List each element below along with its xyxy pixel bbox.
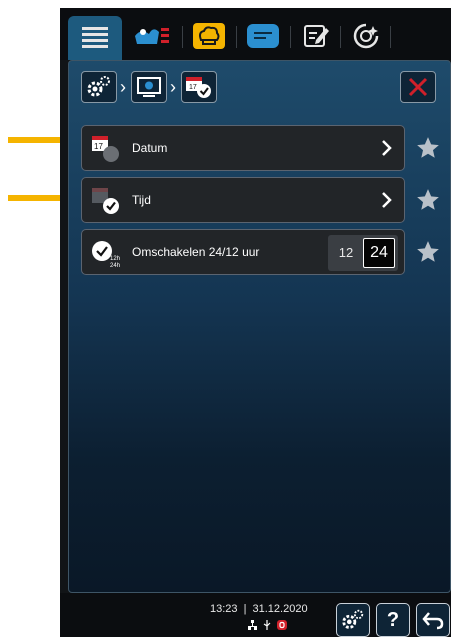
settings-button[interactable] <box>336 603 370 637</box>
tab-cooking[interactable] <box>186 16 232 56</box>
help-label: ? <box>386 608 400 631</box>
tab-edit[interactable] <box>296 16 336 56</box>
tab-separator <box>290 26 291 48</box>
help-button[interactable]: ? <box>376 603 410 637</box>
favorite-star-icon[interactable] <box>415 135 441 161</box>
edit-icon <box>304 25 329 47</box>
demo-mode-icon <box>277 620 287 630</box>
toggle-option-12[interactable]: 12 <box>328 235 364 271</box>
chef-hat-icon <box>193 23 225 49</box>
close-icon <box>408 77 428 97</box>
extras-icon <box>353 23 379 49</box>
tab-separator <box>390 26 391 48</box>
back-button[interactable] <box>416 603 450 637</box>
back-arrow-icon <box>422 612 444 630</box>
time-row[interactable]: Tijd <box>81 177 405 223</box>
breadcrumb-separator-icon: › <box>120 77 126 97</box>
date-row[interactable]: 17 Datum <box>81 125 405 171</box>
close-button[interactable] <box>400 71 436 103</box>
status-icons <box>248 620 287 630</box>
calendar-icon: 17 <box>92 136 119 162</box>
menu-icon <box>82 27 108 48</box>
tab-cleaning[interactable] <box>126 16 178 56</box>
chevron-right-icon <box>382 192 392 208</box>
device-screen: › › 17 17 Datum Tijd 12h 24h Omschakelen… <box>60 8 451 637</box>
breadcrumb-separator-icon: › <box>170 77 176 97</box>
toggle-option-24-selected[interactable]: 24 <box>363 238 395 268</box>
favorite-star-icon[interactable] <box>415 187 441 213</box>
svg-text:17: 17 <box>94 142 103 151</box>
time-format-icon: 12h 24h <box>92 241 120 268</box>
tab-extras[interactable] <box>346 16 386 56</box>
time-format-label: Omschakelen 24/12 uur <box>132 245 260 259</box>
bottom-status-bar: 13:23 | 31.12.2020 ? <box>60 593 451 637</box>
usb-icon <box>263 620 271 630</box>
breadcrumb-date-time[interactable]: 17 <box>181 71 217 103</box>
display-icon <box>137 77 161 97</box>
format-12h-text: 12h <box>110 256 120 262</box>
calendar-clock-icon: 17 <box>186 77 211 98</box>
programs-icon <box>247 24 279 48</box>
chevron-right-icon <box>382 140 392 156</box>
tab-separator <box>340 26 341 48</box>
status-separator: | <box>243 603 247 615</box>
status-clock: 13:23 | 31.12.2020 <box>210 603 308 615</box>
svg-text:17: 17 <box>189 84 197 91</box>
breadcrumb-display[interactable] <box>131 71 167 103</box>
network-icon <box>248 620 257 630</box>
time-format-toggle[interactable]: 12 24 <box>328 235 398 271</box>
top-tab-bar <box>60 8 451 60</box>
favorite-star-icon[interactable] <box>415 239 441 265</box>
date-label: Datum <box>132 141 168 155</box>
tab-separator <box>236 26 237 48</box>
time-label: Tijd <box>132 193 151 207</box>
tab-menu[interactable] <box>68 16 122 60</box>
cleaning-icon <box>135 28 169 44</box>
clock-check-icon <box>92 188 119 214</box>
settings-gear-icon <box>342 609 364 629</box>
tab-separator <box>182 26 183 48</box>
time-format-row: 12h 24h Omschakelen 24/12 uur 12 24 <box>81 229 405 275</box>
settings-gear-icon <box>87 76 110 97</box>
format-24h-text: 24h <box>110 263 120 268</box>
tab-programs[interactable] <box>240 16 286 56</box>
breadcrumb-settings[interactable] <box>81 71 117 103</box>
settings-panel: › › 17 17 Datum Tijd 12h 24h Omschakelen… <box>68 60 451 593</box>
status-date: 31.12.2020 <box>252 603 308 615</box>
status-time: 13:23 <box>210 603 238 615</box>
